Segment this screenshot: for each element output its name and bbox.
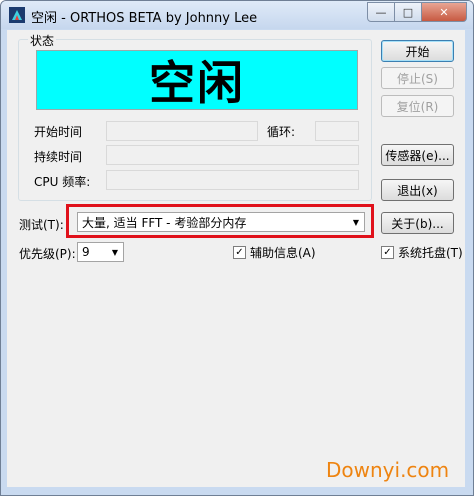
maximize-icon: □: [402, 5, 414, 19]
stop-button[interactable]: 停止(S): [381, 67, 454, 89]
minimize-button[interactable]: —: [367, 2, 395, 22]
close-icon: ✕: [439, 5, 449, 19]
priority-dropdown[interactable]: 9 ▼: [77, 242, 124, 262]
close-button[interactable]: ✕: [422, 2, 467, 22]
system-tray-checkbox[interactable]: ✓ 系统托盘(T): [381, 244, 463, 261]
title-bar[interactable]: 空闲 - ORTHOS BETA by Johnny Lee — □ ✕: [1, 1, 473, 29]
reset-button[interactable]: 复位(R): [381, 95, 454, 117]
checkmark-icon: ✓: [233, 246, 246, 259]
test-dropdown-value: 大量, 适当 FFT - 考验部分内存: [82, 215, 247, 230]
loop-label: 循环:: [267, 125, 296, 139]
duration-label: 持续时间: [34, 150, 83, 164]
status-group-title: 状态: [28, 32, 57, 49]
duration-field: [106, 145, 359, 165]
exit-button[interactable]: 退出(x): [381, 179, 454, 201]
start-time-field: [106, 121, 258, 141]
system-tray-label: 系统托盘(T): [398, 246, 463, 260]
window-title: 空闲 - ORTHOS BETA by Johnny Lee: [31, 11, 258, 26]
checkmark-icon: ✓: [381, 246, 394, 259]
priority-dropdown-value: 9: [82, 245, 90, 259]
priority-label: 优先级(P):: [19, 247, 76, 261]
aux-info-label: 辅助信息(A): [250, 246, 316, 260]
cpu-frequency-label: CPU 频率:: [34, 175, 91, 189]
test-dropdown[interactable]: 大量, 适当 FFT - 考验部分内存 ▼: [77, 212, 365, 232]
aux-info-checkbox[interactable]: ✓ 辅助信息(A): [233, 244, 316, 261]
status-panel: 空闲: [36, 50, 358, 110]
dropdown-arrow-icon: ▼: [111, 247, 119, 257]
minimize-icon: —: [375, 5, 387, 19]
test-label: 测试(T):: [19, 218, 64, 232]
about-button[interactable]: 关于(b)...: [381, 212, 454, 234]
maximize-button[interactable]: □: [395, 2, 422, 22]
cpu-frequency-field: [106, 170, 359, 190]
loop-field: [315, 121, 359, 141]
start-button[interactable]: 开始: [381, 40, 454, 62]
sensors-button[interactable]: 传感器(e)...: [381, 144, 454, 166]
status-text: 空闲: [149, 56, 245, 110]
dropdown-arrow-icon: ▼: [352, 217, 360, 227]
watermark-logo: Downyi.com: [326, 458, 450, 482]
start-time-label: 开始时间: [34, 125, 83, 139]
orthos-icon: [9, 7, 25, 23]
